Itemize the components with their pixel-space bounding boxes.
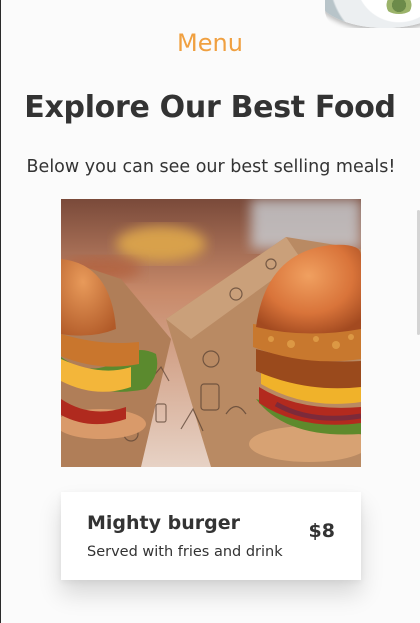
menu-link[interactable]: Menu <box>0 29 420 57</box>
meal-card[interactable]: Mighty burger Served with fries and drin… <box>61 492 361 580</box>
meal-description: Served with fries and drink <box>87 544 283 560</box>
top-food-photo <box>325 0 420 28</box>
burger-photo <box>61 199 361 467</box>
meal-name: Mighty burger <box>87 512 240 534</box>
meal-price: $8 <box>308 520 335 542</box>
page-title: Explore Our Best Food <box>24 90 396 125</box>
page-subtitle: Below you can see our best selling meals… <box>26 157 396 177</box>
